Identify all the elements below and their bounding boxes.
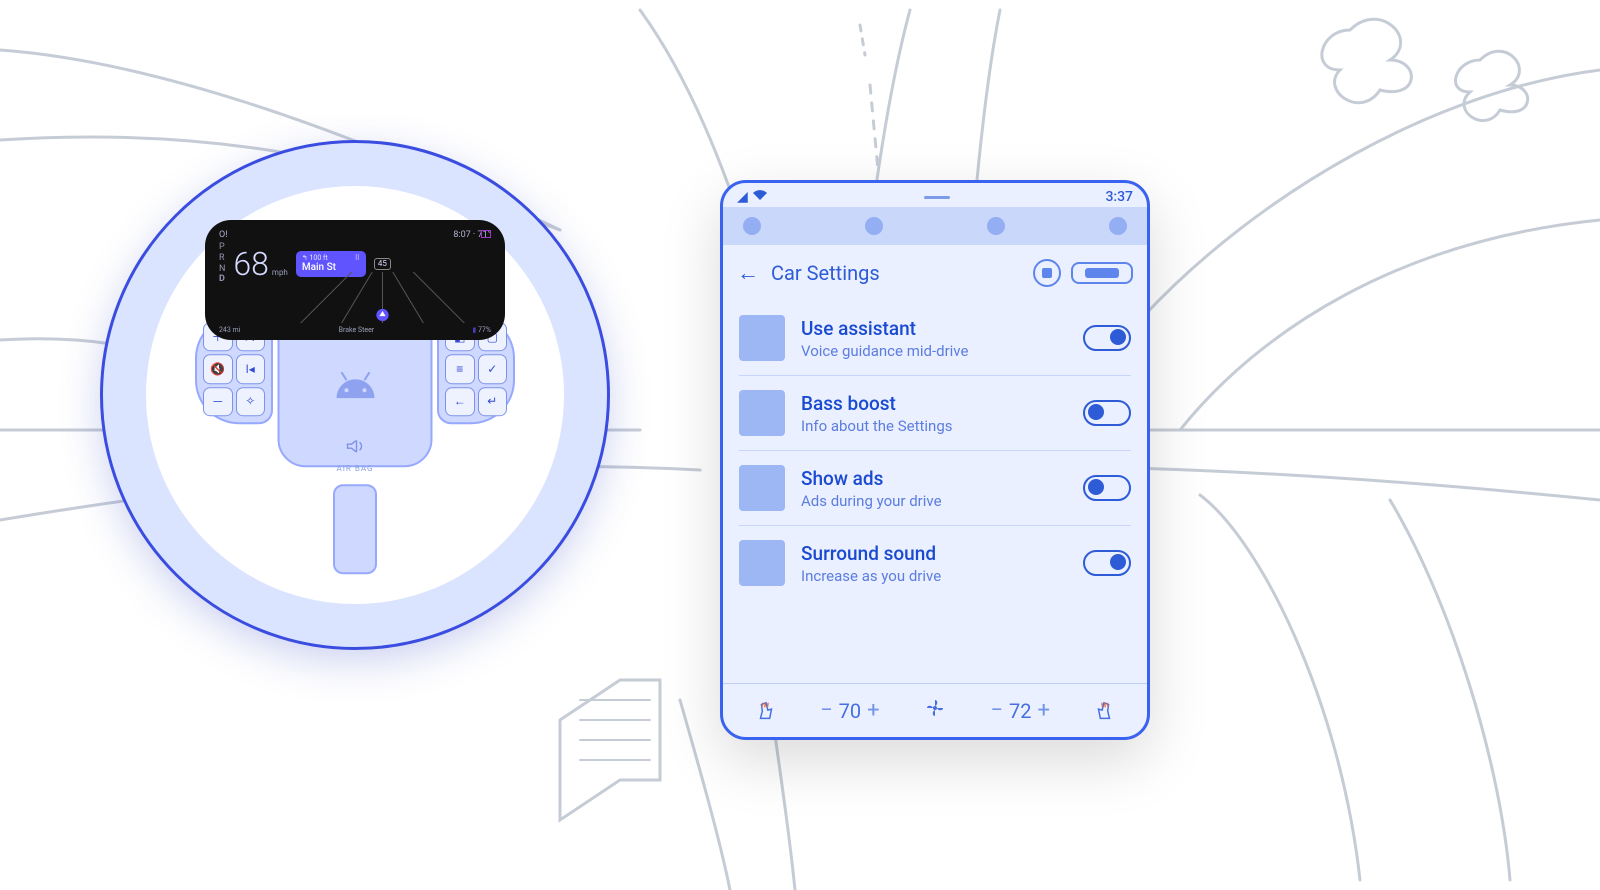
setting-icon [739, 540, 785, 586]
page-title: Car Settings [771, 261, 1021, 285]
app-shortcut-row [723, 207, 1147, 245]
setting-title: Surround sound [801, 542, 1067, 565]
instrument-cluster: O! 8:07 · 71° P R N D 68 mph ↰ 100 ft ⠿ … [205, 220, 505, 340]
cellular-icon: ◢ [737, 189, 748, 205]
back-arrow-icon[interactable]: ← [737, 260, 759, 286]
setting-title: Bass boost [801, 392, 1067, 415]
title-action-round-button[interactable] [1033, 259, 1061, 287]
setting-row-surround-sound[interactable]: Surround sound Increase as you drive [739, 526, 1131, 600]
app-shortcut-4[interactable] [1109, 217, 1127, 235]
android-icon [332, 368, 378, 398]
cluster-status-icon: O! [219, 230, 228, 240]
setting-subtitle: Info about the Settings [801, 417, 1067, 435]
settings-list: Use assistant Voice guidance mid-drive B… [723, 301, 1147, 683]
steering-wheel: AIR BAG ＋ ▸ǀ 🔇 ǀ◂ － ✧ ◧ ▢ ≡ ✓ ← ↵ O! 8:0… [100, 140, 610, 650]
setting-subtitle: Voice guidance mid-drive [801, 342, 1067, 360]
left-temp-control[interactable]: −70+ [820, 698, 880, 723]
setting-toggle[interactable] [1083, 400, 1131, 426]
setting-title: Use assistant [801, 317, 1067, 340]
setting-row-use-assistant[interactable]: Use assistant Voice guidance mid-drive [739, 301, 1131, 376]
app-shortcut-3[interactable] [987, 217, 1005, 235]
cluster-range: 243 mi [219, 326, 240, 334]
setting-title: Show ads [801, 467, 1067, 490]
setting-toggle[interactable] [1083, 325, 1131, 351]
setting-toggle[interactable] [1083, 475, 1131, 501]
mute-button[interactable]: 🔇 [203, 355, 233, 384]
setting-row-show-ads[interactable]: Show ads Ads during your drive [739, 451, 1131, 526]
status-time: 3:37 [1105, 189, 1133, 205]
wifi-icon [752, 189, 768, 205]
setting-icon [739, 390, 785, 436]
setting-icon [739, 315, 785, 361]
app-shortcut-1[interactable] [743, 217, 761, 235]
list-button[interactable]: ≡ [445, 355, 475, 384]
fan-icon[interactable] [923, 696, 947, 725]
setting-row-bass-boost[interactable]: Bass boost Info about the Settings [739, 376, 1131, 451]
setting-icon [739, 465, 785, 511]
setting-subtitle: Ads during your drive [801, 492, 1067, 510]
setting-toggle[interactable] [1083, 550, 1131, 576]
speed-limit-badge: 45 [374, 258, 391, 270]
cluster-lane-lines [280, 272, 485, 323]
status-bar: ◢ 3:37 [723, 183, 1147, 207]
gear-indicator: P R N D [219, 242, 225, 285]
seat-heater-left-icon[interactable] [755, 700, 777, 722]
confirm-button[interactable]: ✓ [478, 355, 508, 384]
airbag-label: AIR BAG [337, 464, 374, 473]
setting-subtitle: Increase as you drive [801, 567, 1067, 585]
cluster-assistance: Brake Steer [339, 326, 375, 334]
voice-assistant-button[interactable]: ✧ [236, 387, 266, 416]
horn-icon [346, 440, 364, 456]
back-button[interactable]: ← [445, 387, 475, 416]
prev-track-button[interactable]: ǀ◂ [236, 355, 266, 384]
cluster-indicator-icon [481, 230, 491, 238]
seat-heater-right-icon[interactable] [1093, 700, 1115, 722]
title-action-pill-button[interactable] [1071, 262, 1133, 284]
car-settings-screen: ◢ 3:37 ← Car Settings Use assistant Voic… [720, 180, 1150, 740]
app-shortcut-2[interactable] [865, 217, 883, 235]
menu-down-button[interactable]: ↵ [478, 387, 508, 416]
cluster-battery: ▮ 77% [472, 326, 491, 334]
right-temp-control[interactable]: −72+ [990, 698, 1050, 723]
notch-icon [924, 196, 950, 199]
volume-down-button[interactable]: － [203, 387, 233, 416]
climate-bar: −70+ −72+ [723, 683, 1147, 737]
